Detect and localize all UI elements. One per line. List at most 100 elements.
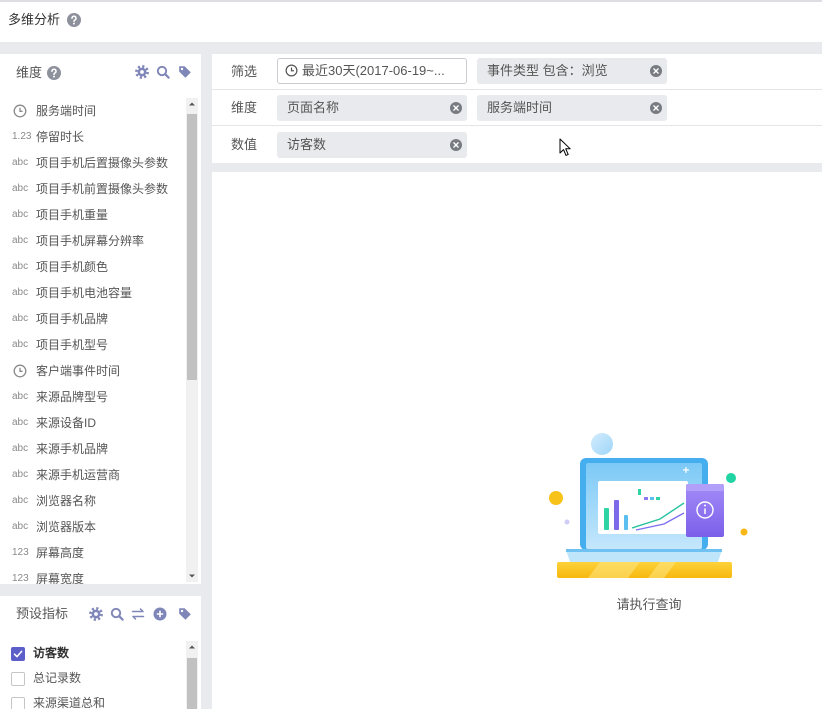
dimension-label: 项目手机前置摄像头参数 (36, 182, 169, 196)
dimension-item[interactable]: abc 项目手机电池容量 (0, 280, 186, 306)
close-icon[interactable] (650, 102, 662, 114)
dimension-chip[interactable]: 服务端时间 (477, 95, 667, 121)
dimension-label: 项目手机品牌 (36, 312, 109, 326)
type-badge: 1.23 (12, 131, 32, 142)
metric-item[interactable]: 来源渠道总和 (0, 691, 186, 709)
clock-icon (13, 104, 27, 118)
measure-chip[interactable]: 访客数 (277, 132, 467, 158)
clock-icon (285, 64, 298, 77)
event-filter-chip[interactable]: 事件类型 包含：浏览 (477, 58, 667, 84)
dimension-item[interactable]: abc 项目手机前置摄像头参数 (0, 176, 186, 202)
type-badge: abc (12, 261, 29, 272)
dimension-label: 停留时长 (36, 130, 85, 144)
mouse-cursor-icon (559, 138, 571, 156)
dimension-chip[interactable]: 页面名称 (277, 95, 467, 121)
close-icon[interactable] (450, 102, 462, 114)
swap-icon[interactable] (131, 607, 145, 621)
type-badge: 123 (12, 573, 29, 584)
measure-row-label: 数值 (231, 137, 258, 152)
dimension-item[interactable]: abc 项目手机屏幕分辨率 (0, 228, 186, 254)
gear-icon[interactable] (135, 65, 149, 79)
dimension-item[interactable]: abc 项目手机型号 (0, 332, 186, 358)
close-icon[interactable] (450, 139, 462, 151)
plus-circle-icon[interactable] (153, 607, 167, 621)
dimension-label: 来源设备ID (36, 416, 97, 430)
metric-item[interactable]: 访客数 (0, 641, 186, 666)
dimension-scrollbar[interactable] (186, 98, 198, 582)
filter-row: 筛选 最近30天(2017-06-19~... 事件类型 包含：浏览 (212, 54, 822, 90)
type-badge: abc (12, 235, 29, 246)
type-badge: abc (12, 391, 29, 402)
type-badge: abc (12, 495, 29, 506)
dimension-item[interactable]: abc 来源品牌型号 (0, 384, 186, 410)
dimension-item[interactable]: abc 项目手机重量 (0, 202, 186, 228)
date-range-chip[interactable]: 最近30天(2017-06-19~... (277, 58, 467, 84)
clock-icon (13, 364, 27, 378)
tag-icon[interactable] (178, 65, 192, 79)
dimension-label: 项目手机屏幕分辨率 (36, 234, 145, 248)
dimension-label: 浏览器名称 (36, 494, 97, 508)
dimension-item[interactable]: abc 来源手机品牌 (0, 436, 186, 462)
metric-item[interactable]: 总记录数 (0, 666, 186, 691)
metric-label: 访客数 (33, 646, 70, 660)
measure-row: 数值 访客数 (212, 126, 822, 163)
scrollbar-thumb[interactable] (187, 114, 197, 380)
dimension-label: 来源品牌型号 (36, 390, 109, 404)
date-range-text: 最近30天(2017-06-19~... (302, 63, 445, 78)
dimension-item[interactable]: abc 项目手机颜色 (0, 254, 186, 280)
dimension-item[interactable]: abc 项目手机后置摄像头参数 (0, 150, 186, 176)
type-badge: abc (12, 417, 29, 428)
dimension-item[interactable]: abc 浏览器版本 (0, 514, 186, 540)
scroll-up-arrow-icon[interactable] (186, 98, 198, 110)
dimension-item[interactable]: abc 来源设备ID (0, 410, 186, 436)
dimension-label: 客户端事件时间 (36, 364, 121, 378)
metric-label: 来源渠道总和 (33, 696, 106, 709)
dimension-item[interactable]: abc 项目手机品牌 (0, 306, 186, 332)
dimension-label: 来源手机运营商 (36, 468, 121, 482)
search-icon[interactable] (110, 607, 124, 621)
dimension-item[interactable]: 123 屏幕高度 (0, 540, 186, 566)
filter-label: 筛选 (231, 64, 258, 79)
tag-icon[interactable] (178, 607, 192, 621)
type-badge: abc (12, 469, 29, 480)
metrics-panel-title: 预设指标 (16, 606, 69, 621)
dimension-label: 屏幕高度 (36, 546, 85, 560)
metric-label: 总记录数 (33, 671, 82, 685)
checkbox[interactable] (11, 697, 25, 709)
dimension-label: 项目手机后置摄像头参数 (36, 156, 169, 170)
dimension-item[interactable]: 服务端时间 (0, 98, 186, 124)
type-badge: 123 (12, 547, 29, 558)
scrollbar-thumb[interactable] (187, 658, 197, 709)
dimension-item[interactable]: 123 屏幕宽度 (0, 566, 186, 584)
dimension-panel-title: 维度 (16, 65, 43, 80)
top-bar: 多维分析 (0, 0, 822, 42)
dimension-label: 项目手机颜色 (36, 260, 109, 274)
measure-chip-text: 访客数 (287, 137, 327, 152)
dimension-row-label: 维度 (231, 100, 258, 115)
dimension-label: 项目手机重量 (36, 208, 109, 222)
dimension-item[interactable]: abc 来源手机运营商 (0, 462, 186, 488)
checkbox-checked[interactable] (11, 647, 25, 661)
question-icon[interactable] (47, 66, 61, 80)
scroll-down-arrow-icon[interactable] (186, 570, 198, 582)
question-icon[interactable] (67, 13, 81, 27)
close-icon[interactable] (650, 65, 662, 77)
dimension-item[interactable]: 客户端事件时间 (0, 358, 186, 384)
type-badge: abc (12, 209, 29, 220)
dimension-item[interactable]: abc 浏览器名称 (0, 488, 186, 514)
dimension-label: 浏览器版本 (36, 520, 97, 534)
check-icon (13, 650, 23, 658)
query-builder: 筛选 最近30天(2017-06-19~... 事件类型 包含：浏览 维度 页面… (212, 54, 822, 163)
gear-icon[interactable] (89, 607, 103, 621)
scroll-up-arrow-icon[interactable] (186, 641, 198, 653)
type-badge: abc (12, 443, 29, 454)
preset-metrics-panel: 预设指标 访客数 总记录数 来源渠道总和 (0, 596, 201, 709)
type-badge: abc (12, 313, 29, 324)
search-icon[interactable] (156, 65, 170, 79)
dimension-panel: 维度 服务端时间 1.23 停留时长 abc 项目手机后置摄像头参数 abc 项目手机… (0, 54, 201, 584)
dimension-label: 屏幕宽度 (36, 572, 85, 584)
dimension-item[interactable]: 1.23 停留时长 (0, 124, 186, 150)
checkbox[interactable] (11, 672, 25, 686)
metrics-scrollbar[interactable] (186, 641, 198, 709)
type-badge: abc (12, 339, 29, 350)
